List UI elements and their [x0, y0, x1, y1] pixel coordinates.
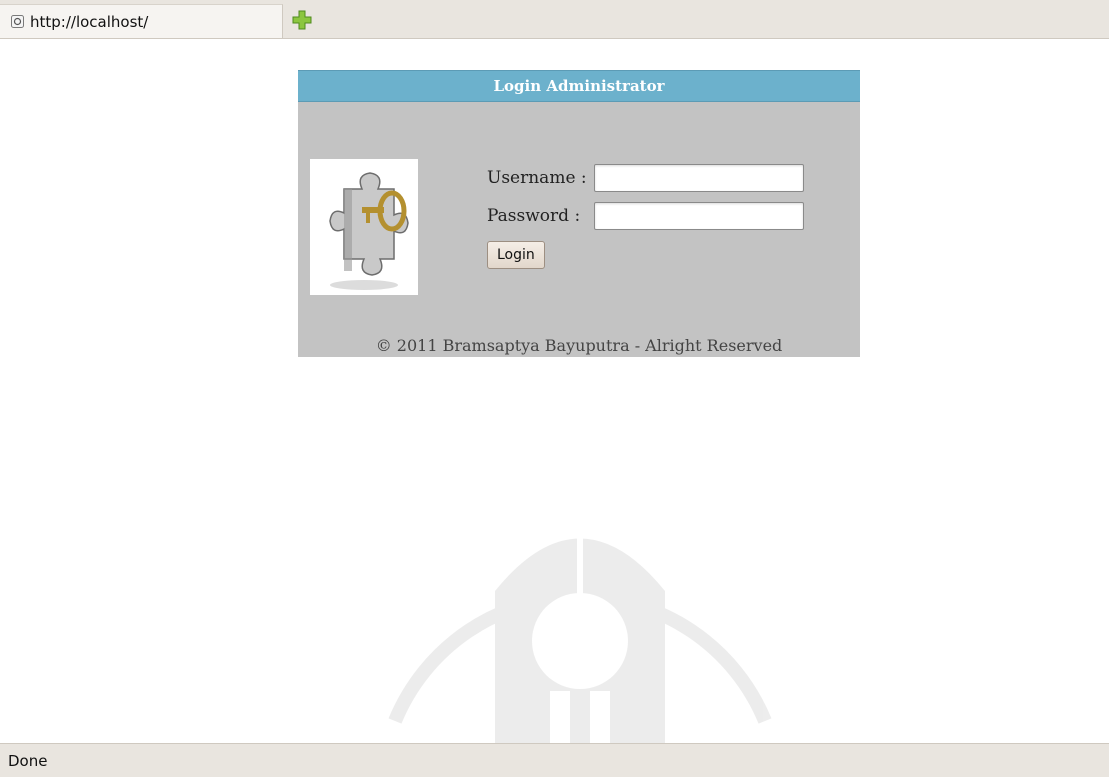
copyright-footer: © 2011 Bramsaptya Bayuputra - Alright Re…	[375, 336, 783, 355]
browser-tab-bar: http://localhost/	[0, 0, 1109, 39]
login-header: Login Administrator	[298, 70, 860, 102]
login-button[interactable]: Login	[487, 241, 545, 269]
status-text: Done	[8, 751, 48, 770]
password-row: Password :	[487, 202, 804, 230]
login-panel: Login Administrator Username : Password …	[298, 70, 860, 357]
tab-title: http://localhost/	[30, 12, 149, 31]
plus-icon[interactable]	[291, 9, 313, 31]
login-title: Login Administrator	[493, 77, 665, 95]
username-field[interactable]	[594, 164, 804, 192]
page-icon	[11, 15, 24, 28]
page-content: Login Administrator Username : Password …	[0, 39, 1109, 743]
username-label: Username :	[487, 168, 587, 188]
university-logo-watermark	[388, 501, 772, 743]
password-field[interactable]	[594, 202, 804, 230]
puzzle-key-icon	[310, 159, 418, 295]
browser-tab[interactable]: http://localhost/	[0, 4, 283, 38]
password-label: Password :	[487, 206, 581, 226]
username-row: Username :	[487, 164, 804, 192]
browser-status-bar: Done	[0, 743, 1109, 777]
